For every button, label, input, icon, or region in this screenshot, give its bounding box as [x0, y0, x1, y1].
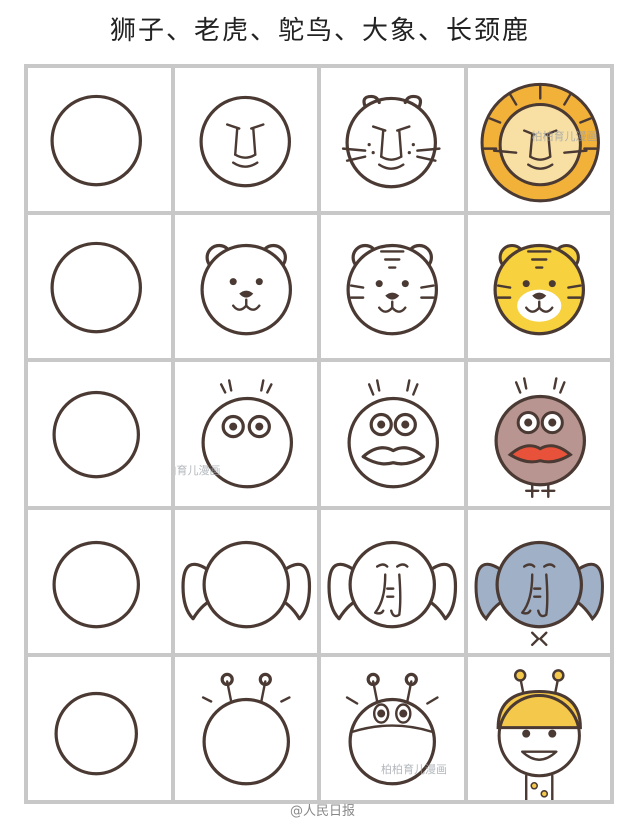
ostrich-step-2: 柏柏育儿漫画 [174, 362, 317, 506]
elephant-step-1 [28, 509, 171, 653]
lion-step-2 [174, 68, 317, 212]
tiger-step-1 [28, 215, 171, 359]
drawing-steps-grid: 柏柏育儿漫画 育儿漫画 柏柏育儿漫画 [24, 64, 614, 804]
tiger-step-4 [467, 215, 610, 359]
elephant-step-4 [467, 509, 610, 653]
giraffe-step-2 [174, 656, 317, 800]
tiger-step-2 [174, 215, 317, 359]
giraffe-step-1 [28, 656, 171, 800]
lion-step-1 [28, 68, 171, 212]
elephant-step-2 [174, 509, 317, 653]
page-title: 狮子、老虎、鸵鸟、大象、长颈鹿 [109, 16, 530, 46]
watermark-2: 柏柏育儿漫画 [175, 464, 221, 478]
lion-step-3 [321, 68, 464, 212]
watermark-3: 柏柏育儿漫画 [381, 762, 447, 776]
giraffe-step-4 [467, 656, 610, 800]
credit-text: @人民日报 [290, 804, 356, 819]
tiger-step-3 [321, 215, 464, 359]
watermark-1: 柏柏育儿漫画 [531, 130, 598, 143]
giraffe-step-3: 柏柏育儿漫画 [321, 656, 464, 800]
ostrich-step-4 [467, 362, 610, 506]
ostrich-step-1 [28, 362, 171, 506]
elephant-step-3 [321, 509, 464, 653]
lion-step-4: 柏柏育儿漫画 [467, 68, 610, 212]
ostrich-step-3 [321, 362, 464, 506]
